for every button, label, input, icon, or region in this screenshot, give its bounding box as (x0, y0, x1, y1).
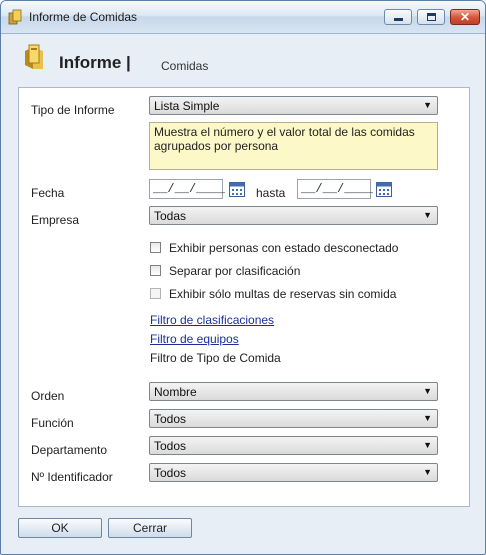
chevron-down-icon: ▼ (423, 210, 432, 220)
departamento-select[interactable]: Todos ▼ (149, 436, 438, 455)
tipo-informe-label: Tipo de Informe (31, 103, 115, 117)
report-icon (8, 9, 22, 25)
checkbox-desconectado-label: Exhibir personas con estado desconectado (169, 241, 399, 255)
orden-value: Nombre (154, 385, 197, 399)
tipo-informe-select[interactable]: Lista Simple ▼ (149, 96, 438, 115)
maximize-icon (427, 13, 436, 21)
empresa-select[interactable]: Todas ▼ (149, 206, 438, 225)
tipo-informe-value: Lista Simple (154, 99, 220, 113)
checkbox-multas-label: Exhibir sólo multas de reservas sin comi… (169, 287, 397, 301)
checkbox-desconectado[interactable] (150, 242, 161, 253)
page-subtitle: Comidas (161, 59, 209, 73)
chevron-down-icon: ▼ (423, 467, 432, 477)
cerrar-button[interactable]: Cerrar (108, 518, 192, 538)
link-filtro-clasificaciones[interactable]: Filtro de clasificaciones (150, 313, 274, 327)
close-icon: ✕ (459, 10, 471, 24)
chevron-down-icon: ▼ (423, 100, 432, 110)
fecha-from-input[interactable]: __/__/____ (149, 179, 225, 199)
fecha-to-input[interactable]: __/__/____ (297, 179, 373, 199)
chevron-down-icon: ▼ (423, 413, 432, 423)
dialog-window: Informe de Comidas ✕ Informe | Comidas T… (0, 0, 486, 555)
hasta-label: hasta (256, 186, 286, 200)
funcion-select[interactable]: Todos ▼ (149, 409, 438, 428)
empresa-label: Empresa (31, 213, 80, 227)
funcion-label: Función (31, 416, 74, 430)
report-description: Muestra el número y el valor total de la… (149, 122, 438, 170)
minimize-button[interactable] (384, 9, 412, 25)
empresa-value: Todas (154, 209, 187, 223)
report-icon (25, 44, 43, 69)
departamento-value: Todos (154, 439, 187, 453)
checkbox-clasificacion[interactable] (150, 265, 161, 276)
chevron-down-icon: ▼ (423, 386, 432, 396)
departamento-label: Departamento (31, 443, 108, 457)
close-button[interactable]: ✕ (450, 9, 480, 25)
fecha-label: Fecha (31, 186, 65, 200)
checkbox-clasificacion-label: Separar por clasificación (169, 264, 301, 278)
orden-label: Orden (31, 389, 65, 403)
filtro-tipo-comida: Filtro de Tipo de Comida (150, 351, 281, 365)
checkbox-multas (150, 288, 161, 299)
page-title: Informe | (59, 53, 131, 72)
chevron-down-icon: ▼ (423, 440, 432, 450)
title-bar[interactable]: Informe de Comidas ✕ (1, 1, 485, 34)
calendar-icon[interactable] (376, 181, 392, 197)
link-filtro-equipos[interactable]: Filtro de equipos (150, 332, 239, 346)
identificador-select[interactable]: Todos ▼ (149, 463, 438, 482)
identificador-label: Nº Identificador (31, 470, 113, 484)
window-title: Informe de Comidas (29, 10, 138, 24)
ok-button[interactable]: OK (18, 518, 102, 538)
calendar-icon[interactable] (229, 181, 245, 197)
identificador-value: Todos (154, 466, 187, 480)
maximize-button[interactable] (417, 9, 445, 25)
minimize-icon (394, 18, 403, 21)
funcion-value: Todos (154, 412, 187, 426)
orden-select[interactable]: Nombre ▼ (149, 382, 438, 401)
